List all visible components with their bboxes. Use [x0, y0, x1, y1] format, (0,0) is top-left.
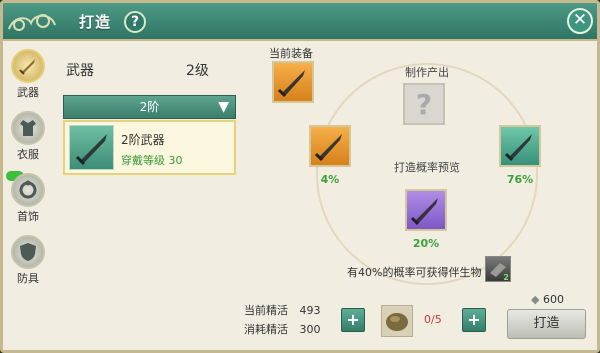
coin-amount: 600: [542, 293, 564, 306]
tab-protection[interactable]: 防具: [8, 235, 48, 297]
tab-label: 防具: [17, 272, 39, 285]
tab-label: 首饰: [17, 210, 39, 223]
current-equip-slot[interactable]: [272, 61, 314, 103]
help-button[interactable]: ?: [124, 11, 146, 33]
item-requirement: 穿戴等级 30: [121, 154, 183, 167]
essence-current-label: 当前精活: [244, 304, 288, 317]
output-slot: ?: [403, 83, 445, 125]
essence-cost-label: 消耗精活: [244, 323, 288, 336]
silver-coin-icon: ◆: [531, 293, 540, 306]
tab-label: 衣服: [17, 148, 39, 161]
tab-clothes[interactable]: 衣服: [8, 111, 48, 173]
jewelry-icon: [19, 180, 37, 199]
recipe-item[interactable]: 2阶武器 穿戴等级 30: [63, 120, 236, 175]
add-material-button[interactable]: +: [462, 308, 486, 332]
companion-item-slot[interactable]: 2: [485, 256, 511, 282]
cloud-ornament-icon: [8, 14, 56, 31]
tab-jewelry[interactable]: 首饰: [8, 173, 48, 235]
material-slot[interactable]: [381, 305, 413, 337]
essence-current-row: 当前精活 493: [244, 302, 321, 318]
coin-cost: ◆ 600: [531, 293, 564, 306]
close-button[interactable]: ✕: [567, 8, 593, 34]
tab-label: 武器: [17, 86, 39, 99]
sidebar: 武器 衣服 首饰 防具: [6, 43, 50, 350]
sword-icon: [314, 134, 342, 162]
window-title: 打造: [79, 13, 112, 31]
companion-chance-text: 有40%的概率可获得伴生物: [347, 266, 482, 279]
output-label: 制作产出: [405, 66, 449, 79]
result-percent-orange: 4%: [320, 173, 340, 186]
sword-icon: [504, 134, 532, 162]
tab-weapon[interactable]: 武器: [8, 49, 48, 111]
category-name: 武器: [66, 63, 94, 79]
forge-button[interactable]: 打造: [507, 309, 586, 339]
sword-icon: [19, 59, 35, 75]
item-icon: [69, 125, 114, 170]
sword-icon: [277, 70, 305, 98]
result-percent-purple: 20%: [412, 237, 440, 250]
current-equip-label: 当前装备: [269, 47, 313, 60]
output-placeholder: ?: [415, 88, 433, 121]
tier-dropdown[interactable]: 2阶 ▼: [63, 95, 236, 119]
sword-icon: [410, 198, 438, 226]
essence-cost-value: 300: [299, 323, 321, 336]
title-bar: 打造 ? ✕: [3, 3, 597, 41]
essence-current-value: 493: [299, 304, 321, 317]
result-slot-orange[interactable]: [309, 125, 351, 167]
add-essence-button[interactable]: +: [341, 308, 365, 332]
tier-selected: 2阶: [139, 100, 160, 114]
preview-label: 打造概率预览: [394, 161, 460, 174]
armor-icon: [20, 120, 36, 136]
item-name: 2阶武器: [121, 133, 165, 147]
chevron-down-icon: ▼: [218, 99, 229, 115]
essence-cost-row: 消耗精活 300: [244, 321, 321, 337]
result-percent-green: 76%: [506, 173, 534, 186]
result-slot-purple[interactable]: [405, 189, 447, 231]
sword-icon: [75, 134, 107, 166]
category-level: 2级: [186, 63, 209, 79]
forge-window: 打造 ? ✕ 武器 衣服 首饰 防具 武器 2级 2阶 ▼ 2阶武器 穿戴等级 …: [0, 0, 600, 353]
shield-icon: [20, 243, 36, 261]
result-slot-green[interactable]: [499, 125, 541, 167]
material-count: 0/5: [424, 313, 442, 326]
ore-icon: [386, 313, 408, 331]
companion-count: 2: [503, 273, 509, 282]
